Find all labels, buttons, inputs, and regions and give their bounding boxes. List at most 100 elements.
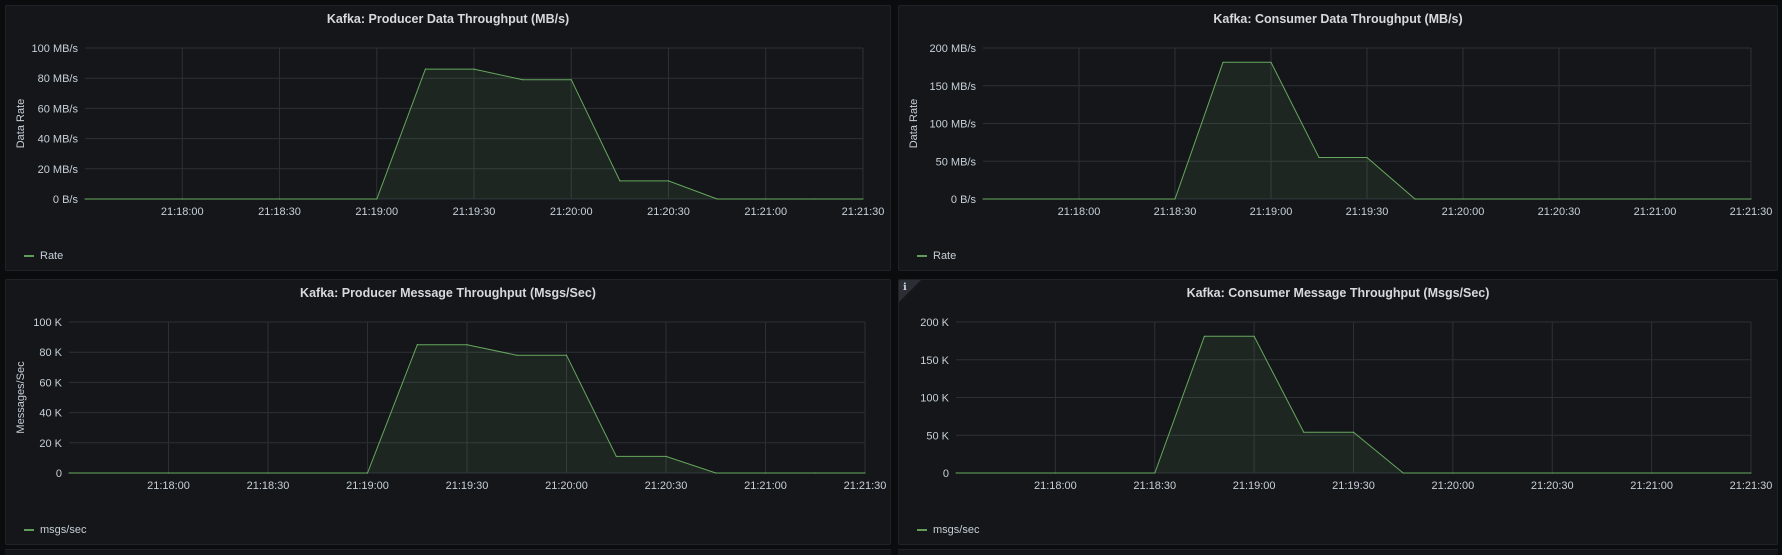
data-point [1551,472,1553,474]
data-point [1203,335,1206,337]
x-tick-label: 21:19:00 [1233,480,1276,492]
x-tick-label: 21:18:30 [1133,480,1176,492]
x-tick-label: 21:20:30 [647,206,690,218]
x-tick-label: 21:21:00 [1634,206,1677,218]
x-tick-label: 21:20:30 [1531,480,1574,492]
legend-swatch [24,529,34,531]
data-point [1078,198,1080,200]
chart-consumer-message-throughput: 0 50 K 100 K 150 K 200 K 21:18:00 21:18:30 21:1… [920,317,1773,492]
data-point [1654,198,1656,200]
chart-producer-data-throughput: 0 B/s 20 MB/s 40 MB/s 60 MB/s 80 MB/s 100 MB/… [15,43,885,218]
data-point [1452,472,1454,474]
x-tick-label: 21:21:30 [1730,480,1773,492]
data-point [1402,472,1404,474]
y-tick-label: 50 K [926,430,949,442]
data-point [1558,198,1560,200]
x-tick-label: 21:18:30 [247,480,290,492]
data-point [570,79,572,81]
legend-label[interactable]: Rate [933,250,956,262]
data-point [376,198,378,200]
legend-swatch [917,529,927,531]
chart-consumer-data-throughput: 0 B/s 50 MB/s 100 MB/s 150 MB/s 200 MB/s 21:1… [908,43,1773,218]
panel-producer-message-throughput[interactable]: Kafka: Producer Message Throughput (Msgs… [5,279,891,545]
data-point [1651,472,1653,474]
legend[interactable]: msgs/sec [24,524,86,536]
data-point [466,344,468,346]
y-tick-label: 20 MB/s [38,164,79,176]
data-point [267,472,269,474]
data-point [1154,472,1156,474]
data-point [416,344,418,346]
panel-consumer-message-throughput[interactable]: ℹ Kafka: Consumer Message Throughput (Ms… [898,279,1778,545]
series-area [85,69,863,199]
y-axis-label: Data Rate [15,99,27,149]
y-tick-label: 40 K [39,408,62,420]
legend[interactable]: Rate [24,250,63,262]
y-tick-label: 60 K [39,377,62,389]
data-point [715,472,717,474]
y-tick-label: 100 K [33,317,62,329]
data-point [1318,156,1320,159]
chart-producer-message-throughput: 0 20 K 40 K 60 K 80 K 100 K 21:18:00 21:18:30 21… [15,317,887,492]
panel-producer-data-throughput[interactable]: Kafka: Producer Data Throughput (MB/s) 0… [5,5,891,271]
data-point [716,198,718,200]
x-tick-label: 21:19:00 [1250,206,1293,218]
data-point [764,472,767,474]
y-tick-label: 100 MB/s [32,43,79,55]
x-tick-label: 21:19:30 [446,480,489,492]
y-tick-label: 0 B/s [53,194,79,206]
data-point [473,68,475,70]
y-tick-label: 0 [56,468,62,480]
x-tick-label: 21:20:00 [545,480,588,492]
x-tick-label: 21:19:00 [355,206,398,218]
data-point [278,198,281,200]
x-tick-label: 21:20:30 [1538,206,1581,218]
y-tick-label: 100 MB/s [930,119,977,131]
y-tick-label: 40 MB/s [38,134,79,146]
data-point [1054,472,1056,474]
y-tick-label: 0 [943,468,949,480]
x-tick-label: 21:18:00 [1034,480,1077,492]
x-tick-label: 21:20:00 [1442,206,1485,218]
legend-label[interactable]: msgs/sec [933,524,979,536]
panel-consumer-data-throughput[interactable]: Kafka: Consumer Data Throughput (MB/s) 0… [898,5,1778,271]
x-tick-label: 21:21:00 [1630,480,1673,492]
data-point [667,180,670,182]
x-tick-label: 21:21:30 [1730,206,1773,218]
dashboard: Kafka: Producer Data Throughput (MB/s) 0… [0,0,1782,555]
data-point [167,472,170,474]
next-panel-edge [898,549,1778,555]
legend-label[interactable]: Rate [40,250,63,262]
data-point [1414,198,1416,200]
y-tick-label: 50 MB/s [936,156,977,168]
x-tick-label: 21:18:30 [258,206,301,218]
data-point [619,180,621,182]
x-tick-label: 21:19:30 [453,206,496,218]
data-point [1750,198,1752,200]
data-point [1270,61,1272,63]
legend-swatch [917,255,927,257]
legend[interactable]: msgs/sec [917,524,979,536]
y-tick-label: 100 K [920,393,949,405]
data-point [1352,431,1355,433]
data-point [813,198,815,200]
legend-label[interactable]: msgs/sec [40,524,86,536]
x-tick-label: 21:21:30 [844,480,887,492]
data-point [68,472,70,474]
y-tick-label: 80 K [39,347,62,359]
x-tick-label: 21:18:00 [1058,206,1101,218]
x-tick-label: 21:18:00 [147,480,190,492]
series-area [69,344,865,473]
y-tick-label: 150 K [920,355,949,367]
x-tick-label: 21:21:00 [744,206,787,218]
data-point [1750,472,1752,474]
legend[interactable]: Rate [917,250,956,262]
data-point [522,79,524,81]
y-tick-label: 60 MB/s [38,103,79,115]
data-point [1174,198,1176,200]
y-tick-label: 200 MB/s [930,43,977,55]
x-tick-label: 21:20:00 [1431,480,1474,492]
data-point [516,354,518,356]
y-tick-label: 200 K [920,317,949,329]
x-tick-label: 21:21:30 [842,206,885,218]
